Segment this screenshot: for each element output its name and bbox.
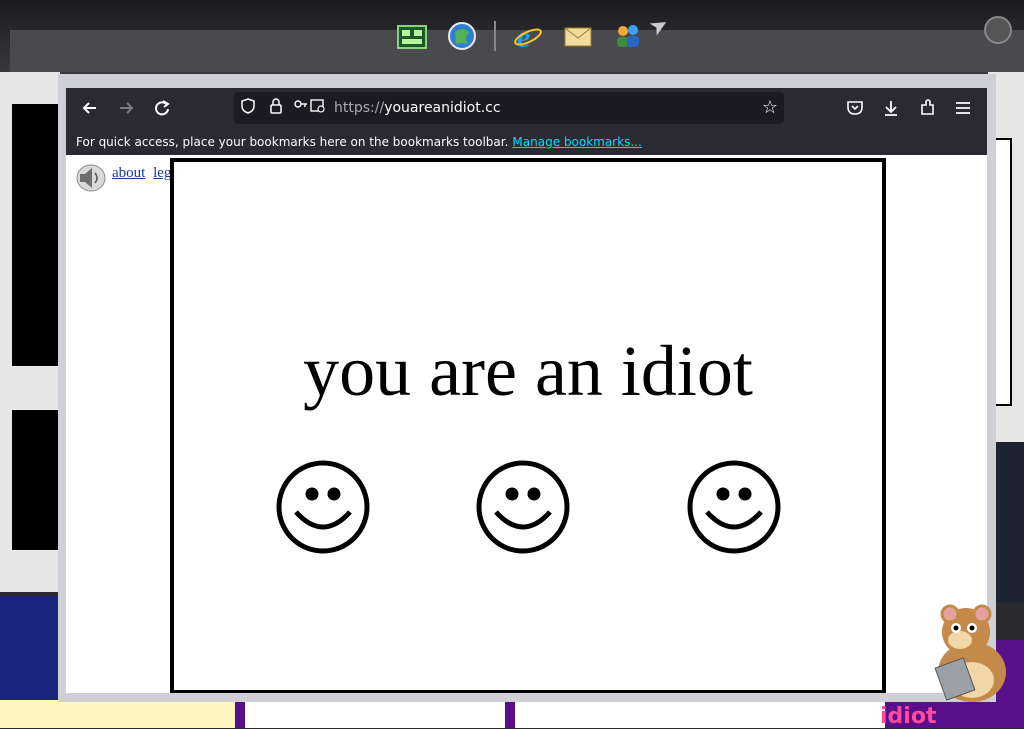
app-launcher-icon[interactable] <box>394 18 430 54</box>
background-window-frame <box>994 138 1012 406</box>
reload-button[interactable] <box>144 92 180 124</box>
smiley-icon <box>276 460 370 554</box>
reload-icon <box>155 100 170 116</box>
bookmarks-toolbar: For quick access, place your bookmarks h… <box>66 128 987 155</box>
back-button[interactable] <box>72 92 108 124</box>
url-bar[interactable]: https://youareanidiot.cc ☆ <box>234 92 784 124</box>
dock: e <box>394 14 646 58</box>
dock-separator <box>494 21 496 51</box>
smiley-icon <box>687 460 781 554</box>
about-link[interactable]: about <box>112 165 145 181</box>
headline: you are an idiot <box>303 331 753 411</box>
background-dark-panel <box>996 442 1024 602</box>
background-white-window <box>515 700 885 728</box>
hamster-icon <box>934 604 1006 702</box>
extensions-icon[interactable] <box>912 93 942 123</box>
speaker-icon[interactable] <box>74 163 106 193</box>
url-text[interactable]: https://youareanidiot.cc <box>334 100 501 116</box>
shield-icon[interactable] <box>234 98 262 118</box>
globe-icon[interactable] <box>444 18 480 54</box>
download-icon[interactable] <box>876 93 906 123</box>
permissions-icon[interactable] <box>290 98 330 118</box>
idiot-popup[interactable]: you are an idiot <box>170 158 886 693</box>
users-icon[interactable] <box>610 18 646 54</box>
background-idiot-text: idiot <box>880 704 937 729</box>
lock-icon[interactable] <box>262 98 290 118</box>
mail-icon[interactable] <box>560 18 596 54</box>
bookmarks-prompt: For quick access, place your bookmarks h… <box>76 134 509 149</box>
background-black-panel <box>12 104 58 366</box>
system-tray-icon[interactable] <box>984 16 1012 44</box>
internet-explorer-icon[interactable]: e <box>510 18 546 54</box>
background-black-panel <box>12 410 58 550</box>
manage-bookmarks-link[interactable]: Manage bookmarks... <box>512 135 641 149</box>
arrow-left-icon <box>82 102 96 114</box>
bookmark-star-icon[interactable]: ☆ <box>762 97 778 118</box>
smiley-icon <box>476 460 570 554</box>
background-yellow-window <box>0 700 235 728</box>
background-white-window <box>245 700 505 728</box>
toolbar-right-tools <box>840 88 978 128</box>
page-content: about legacy safe you are an idiot <box>66 155 987 693</box>
forward-button[interactable] <box>108 92 144 124</box>
menu-icon[interactable] <box>948 93 978 123</box>
arrow-right-icon <box>120 102 134 114</box>
pocket-icon[interactable] <box>840 93 870 123</box>
